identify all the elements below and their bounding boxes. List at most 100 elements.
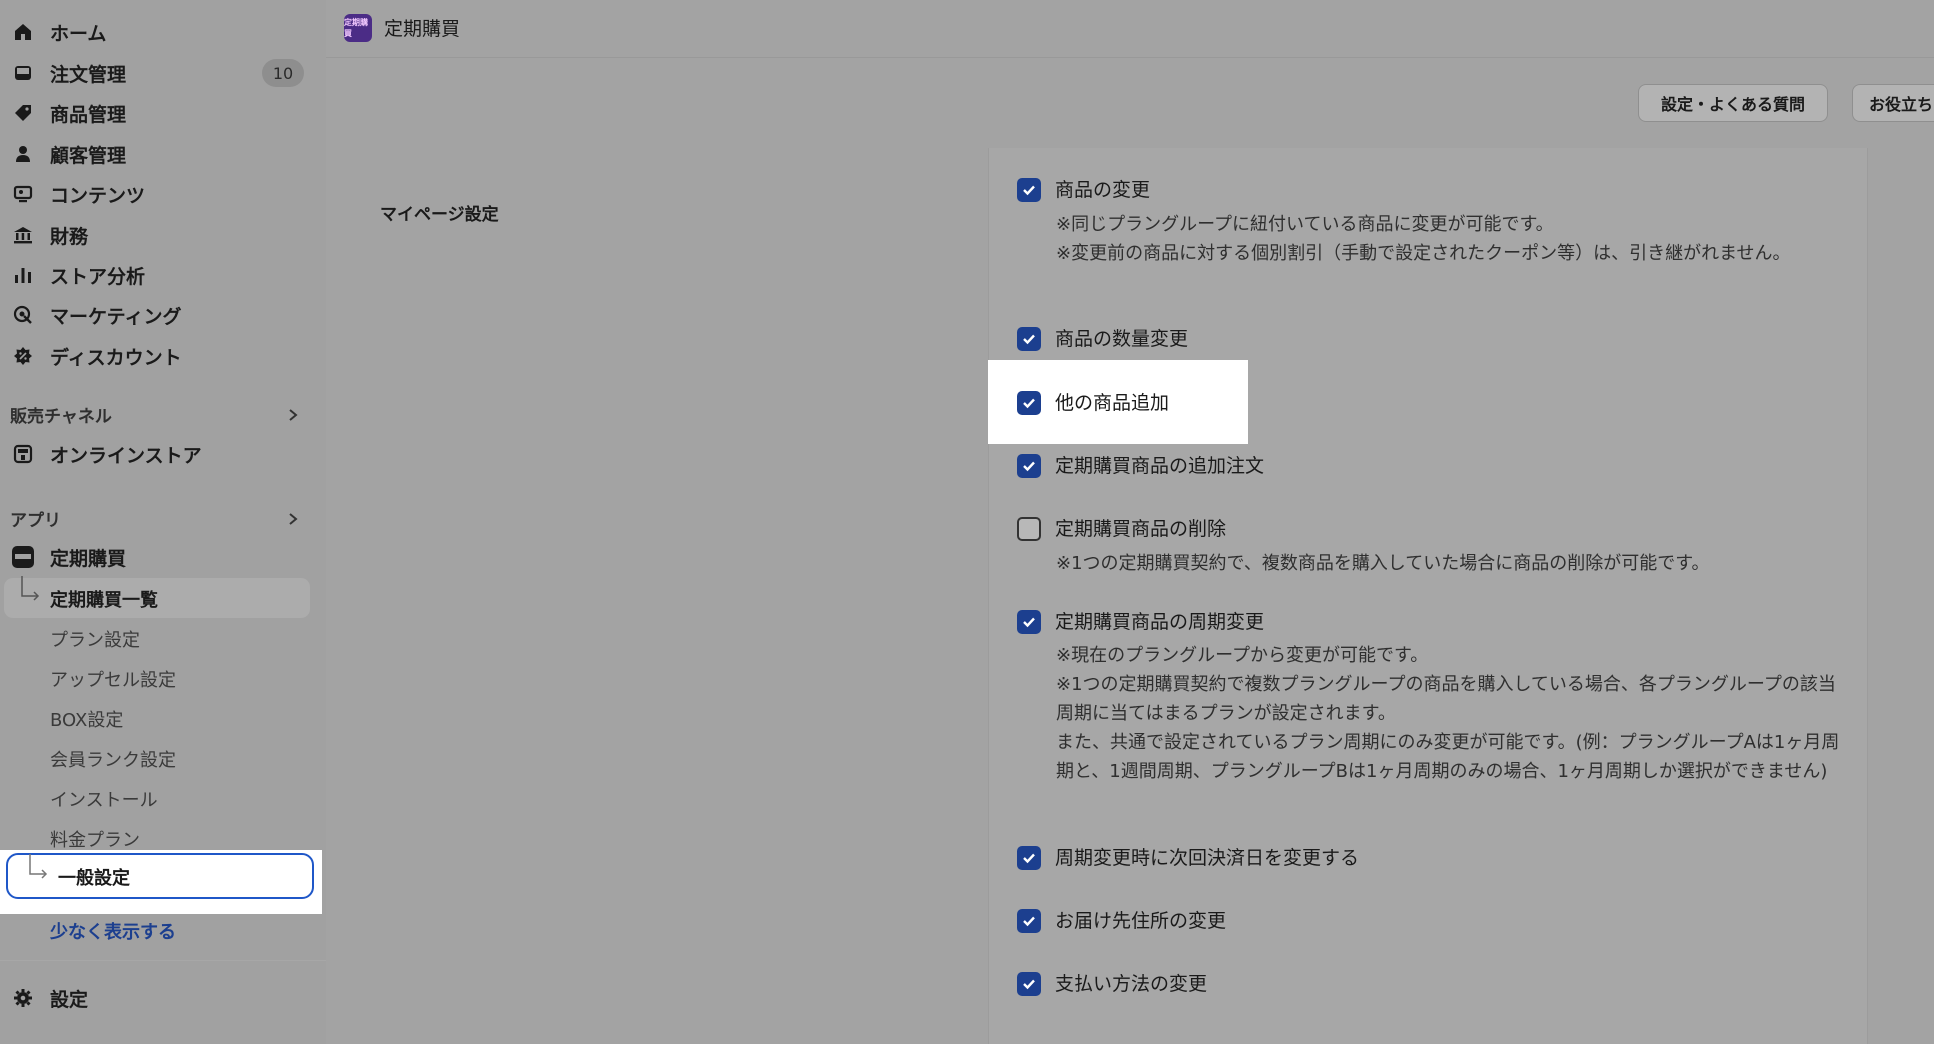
option-change-next-payment-date[interactable]: 周期変更時に次回決済日を変更する <box>1017 846 1359 870</box>
checkbox-checked[interactable] <box>1017 972 1041 996</box>
option-delete-product[interactable]: 定期購買商品の削除 <box>1017 517 1226 541</box>
option-label: 周期変更時に次回決済日を変更する <box>1055 847 1360 869</box>
subitem-general-settings[interactable]: 一般設定 <box>58 864 130 890</box>
subitem-install[interactable]: インストール <box>50 786 158 812</box>
checkbox-checked[interactable] <box>1017 327 1041 351</box>
sidebar-item-label: コンテンツ <box>50 184 146 207</box>
general-settings-focus-ring[interactable] <box>6 853 314 899</box>
sidebar-item-marketing[interactable]: マーケティング <box>0 295 320 335</box>
sidebar-item-subscription-app[interactable]: 定期購買 <box>0 537 320 577</box>
help-button[interactable]: お役立ち <box>1852 84 1934 122</box>
app-root: ホーム 注文管理 10 商品管理 顧客管理 コンテンツ 財務 ストア分析 マーケ… <box>0 0 1934 1044</box>
subitem-plan-settings[interactable]: プラン設定 <box>50 626 140 652</box>
sidebar-item-products[interactable]: 商品管理 <box>0 93 320 133</box>
sidebar-item-analytics[interactable]: ストア分析 <box>0 255 320 295</box>
chevron-right-icon[interactable] <box>286 408 300 422</box>
option-change-quantity[interactable]: 商品の数量変更 <box>1017 327 1188 351</box>
option-note: ※現在のプラングループから変更が可能です。 ※1つの定期購買契約で複数プラングル… <box>1056 641 1846 786</box>
inbox-icon <box>12 62 34 84</box>
check-icon <box>1023 461 1035 472</box>
option-note: ※同じプラングループに紐付いている商品に変更が可能です。 ※変更前の商品に対する… <box>1056 210 1846 268</box>
note-line: ※変更前の商品に対する個別割引（手動で設定されたクーポン等）は、引き継がれません… <box>1056 243 1791 264</box>
content-icon <box>12 183 34 205</box>
check-icon <box>1023 979 1035 990</box>
sidebar-item-label: 顧客管理 <box>50 144 127 167</box>
option-label: 定期購買商品の周期変更 <box>1055 611 1265 633</box>
subitem-pricing-plan[interactable]: 料金プラン <box>50 826 140 852</box>
option-label: 支払い方法の変更 <box>1055 973 1208 995</box>
person-icon <box>12 143 34 165</box>
option-label: 定期購買商品の追加注文 <box>1055 455 1265 477</box>
checkbox-checked[interactable] <box>1017 846 1041 870</box>
bar-chart-icon <box>12 264 34 286</box>
sidebar: ホーム 注文管理 10 商品管理 顧客管理 コンテンツ 財務 ストア分析 マーケ… <box>0 0 326 1044</box>
target-icon <box>12 304 34 326</box>
sidebar-item-orders[interactable]: 注文管理 10 <box>0 53 320 93</box>
sidebar-item-label: 注文管理 <box>50 63 127 86</box>
option-change-cycle[interactable]: 定期購買商品の周期変更 <box>1017 610 1264 634</box>
option-label: 商品の変更 <box>1055 179 1151 201</box>
note-line: また、共通で設定されているプラン周期にのみ変更が可能です。(例：プラングループA… <box>1056 732 1840 782</box>
home-icon <box>12 21 34 43</box>
sidebar-item-online-store[interactable]: オンラインストア <box>0 434 320 474</box>
subitem-box-settings[interactable]: BOX設定 <box>50 706 123 732</box>
tag-icon <box>12 102 34 124</box>
option-label: お届け先住所の変更 <box>1055 910 1227 932</box>
orders-count-badge: 10 <box>262 59 304 87</box>
gear-icon <box>12 987 34 1009</box>
store-icon <box>12 443 34 465</box>
option-label: 定期購買商品の削除 <box>1055 518 1227 540</box>
sidebar-item-settings[interactable]: 設定 <box>0 978 320 1018</box>
check-icon <box>1023 916 1035 927</box>
sidebar-item-home[interactable]: ホーム <box>0 12 320 52</box>
checkbox-checked[interactable] <box>1017 454 1041 478</box>
check-icon <box>1023 617 1035 628</box>
discount-icon <box>12 345 34 367</box>
checkbox-checked[interactable] <box>1017 610 1041 634</box>
sidebar-item-label: ストア分析 <box>50 265 146 288</box>
sidebar-item-content[interactable]: コンテンツ <box>0 174 320 214</box>
show-less-link[interactable]: 少なく表示する <box>50 918 176 944</box>
sidebar-item-label: ディスカウント <box>50 346 182 369</box>
chevron-right-icon[interactable] <box>286 512 300 526</box>
subitem-subscription-list[interactable]: 定期購買一覧 <box>50 586 158 612</box>
checkbox-checked[interactable] <box>1017 391 1041 415</box>
option-add-other-product[interactable]: 他の商品追加 <box>1017 391 1169 415</box>
option-change-product[interactable]: 商品の変更 <box>1017 178 1150 202</box>
tree-branch-icon <box>21 576 40 601</box>
checkbox-checked[interactable] <box>1017 909 1041 933</box>
page-title: 定期購買 <box>384 18 461 40</box>
content-left-pane <box>326 148 986 1044</box>
note-line: ※1つの定期購買契約で、複数商品を購入していた場合に商品の削除が可能です。 <box>1056 553 1710 574</box>
sidebar-item-customers[interactable]: 顧客管理 <box>0 134 320 174</box>
note-line: ※1つの定期購買契約で複数プラングループの商品を購入している場合、各プラングルー… <box>1056 674 1836 724</box>
app-logo-icon <box>12 546 34 568</box>
checkbox-unchecked[interactable] <box>1017 517 1041 541</box>
section-title: マイページ設定 <box>380 205 499 225</box>
top-bar <box>326 0 1934 58</box>
option-change-shipping-address[interactable]: お届け先住所の変更 <box>1017 909 1226 933</box>
sidebar-item-label: オンラインストア <box>50 444 202 467</box>
checkbox-checked[interactable] <box>1017 178 1041 202</box>
apps-heading: アプリ <box>10 511 61 531</box>
sidebar-item-finance[interactable]: 財務 <box>0 215 320 255</box>
note-line: ※同じプラングループに紐付いている商品に変更が可能です。 <box>1056 214 1554 235</box>
subitem-upsell-settings[interactable]: アップセル設定 <box>50 666 176 692</box>
option-label: 他の商品追加 <box>1055 392 1170 414</box>
bank-icon <box>12 224 34 246</box>
option-additional-order[interactable]: 定期購買商品の追加注文 <box>1017 454 1264 478</box>
sidebar-item-label: 設定 <box>50 988 89 1011</box>
sidebar-item-label: 財務 <box>50 225 89 248</box>
settings-faq-button[interactable]: 設定・よくある質問 <box>1638 84 1828 122</box>
tree-branch-icon <box>29 854 48 879</box>
sidebar-item-label: 定期購買 <box>50 547 127 570</box>
app-logo: 定期購買 <box>344 14 372 42</box>
sidebar-item-label: マーケティング <box>50 305 182 328</box>
check-icon <box>1023 853 1035 864</box>
subitem-member-rank-settings[interactable]: 会員ランク設定 <box>50 746 176 772</box>
sales-channels-heading: 販売チャネル <box>10 407 112 427</box>
option-change-payment-method[interactable]: 支払い方法の変更 <box>1017 972 1207 996</box>
sidebar-item-discounts[interactable]: ディスカウント <box>0 336 320 376</box>
sidebar-divider <box>0 960 326 961</box>
check-icon <box>1023 334 1035 345</box>
